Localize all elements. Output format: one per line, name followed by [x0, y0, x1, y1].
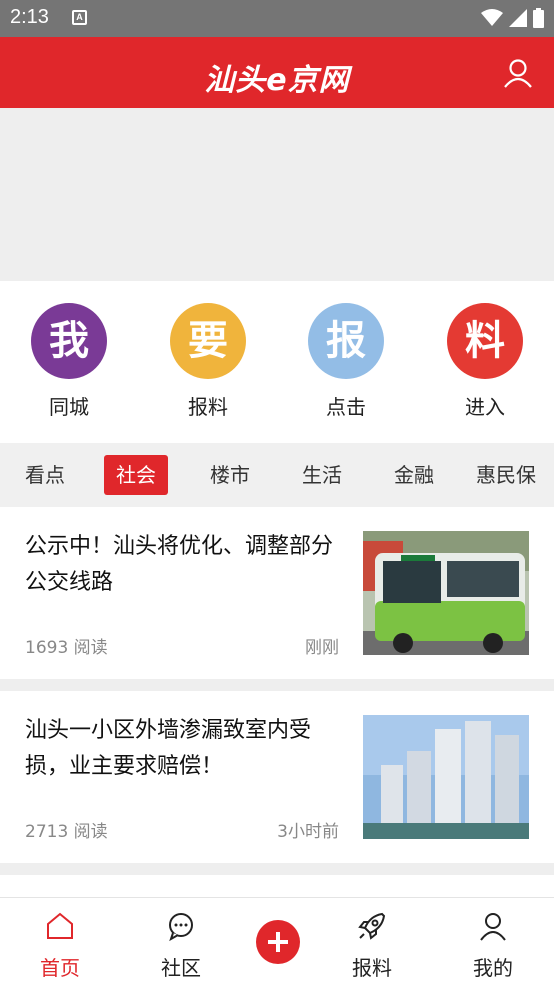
tab-loushi[interactable]: 楼市: [198, 455, 262, 495]
towers-image: [363, 715, 529, 839]
nav-label: 报料: [352, 956, 392, 980]
nav-label: 我的: [473, 956, 513, 980]
quick-action-baoliao[interactable]: 要 报料: [158, 303, 258, 420]
status-time: 2:13: [10, 6, 49, 28]
nav-report[interactable]: 报料: [332, 910, 412, 981]
quick-action-tongcheng[interactable]: 我 同城: [19, 303, 119, 420]
quick-action-jinru[interactable]: 料 进入: [435, 303, 535, 420]
news-thumbnail: [363, 715, 529, 839]
plus-icon: [268, 932, 288, 952]
news-read-count: 2713 阅读: [25, 822, 108, 842]
rocket-icon: [358, 912, 386, 940]
add-post-button[interactable]: [256, 920, 300, 964]
status-icons: [481, 8, 544, 28]
nav-home[interactable]: 首页: [20, 910, 100, 981]
quick-action-badge: 我: [31, 303, 107, 379]
nav-label: 首页: [40, 956, 80, 980]
news-title: 公示中！汕头将优化、调整部分公交线路: [25, 534, 334, 595]
quick-action-badge: 要: [170, 303, 246, 379]
app-logo: 汕头e京网: [204, 63, 350, 98]
app-header: 汕头e京网: [0, 37, 554, 108]
news-read-count: 1693 阅读: [25, 638, 108, 658]
home-icon: [47, 912, 73, 939]
notification-icon: A: [72, 10, 87, 25]
news-title: 汕头一小区外墙渗漏致室内受损，业主要求赔偿！: [25, 718, 312, 779]
wifi-icon: [481, 9, 503, 26]
bottom-nav: 首页 社区 报料 我的: [0, 897, 554, 984]
news-time: 3小时前: [277, 822, 339, 842]
quick-actions: 我 同城 要 报料 报 点击 料 进入: [0, 281, 554, 443]
user-icon[interactable]: [502, 57, 534, 89]
tab-jinrong[interactable]: 金融: [382, 455, 446, 495]
tab-shenghuo[interactable]: 生活: [290, 455, 354, 495]
nav-label: 社区: [161, 956, 201, 980]
signal-icon: [509, 9, 527, 27]
list-divider: [0, 863, 554, 875]
quick-action-badge: 报: [308, 303, 384, 379]
user-icon: [480, 913, 506, 941]
chat-bubble-icon: [169, 913, 193, 942]
news-time: 刚刚: [305, 638, 339, 658]
news-item[interactable]: 公示中！汕头将优化、调整部分公交线路 1693 阅读 刚刚: [0, 507, 554, 679]
quick-action-label: 点击: [326, 395, 366, 419]
banner-carousel[interactable]: [0, 108, 554, 281]
nav-community[interactable]: 社区: [141, 910, 221, 981]
news-thumbnail: [363, 531, 529, 655]
list-divider: [0, 679, 554, 691]
news-item-partial: [0, 875, 554, 897]
quick-action-label: 报料: [188, 395, 228, 419]
quick-action-dianji[interactable]: 报 点击: [296, 303, 396, 420]
quick-action-label: 进入: [465, 395, 505, 419]
nav-mine[interactable]: 我的: [453, 910, 533, 981]
quick-action-badge: 料: [447, 303, 523, 379]
news-item[interactable]: 汕头一小区外墙渗漏致室内受损，业主要求赔偿！ 2713 阅读 3小时前: [0, 691, 554, 863]
status-bar: 2:13 A: [0, 0, 554, 37]
green-bus-image: [363, 531, 529, 655]
quick-action-label: 同城: [49, 395, 89, 419]
tab-kandian[interactable]: 看点: [13, 455, 77, 495]
tab-huiminbao[interactable]: 惠民保: [464, 455, 548, 495]
tab-shehui[interactable]: 社会: [104, 455, 168, 495]
category-tabs: 看点 社会 楼市 生活 金融 惠民保: [0, 443, 554, 507]
battery-icon: [533, 8, 544, 28]
